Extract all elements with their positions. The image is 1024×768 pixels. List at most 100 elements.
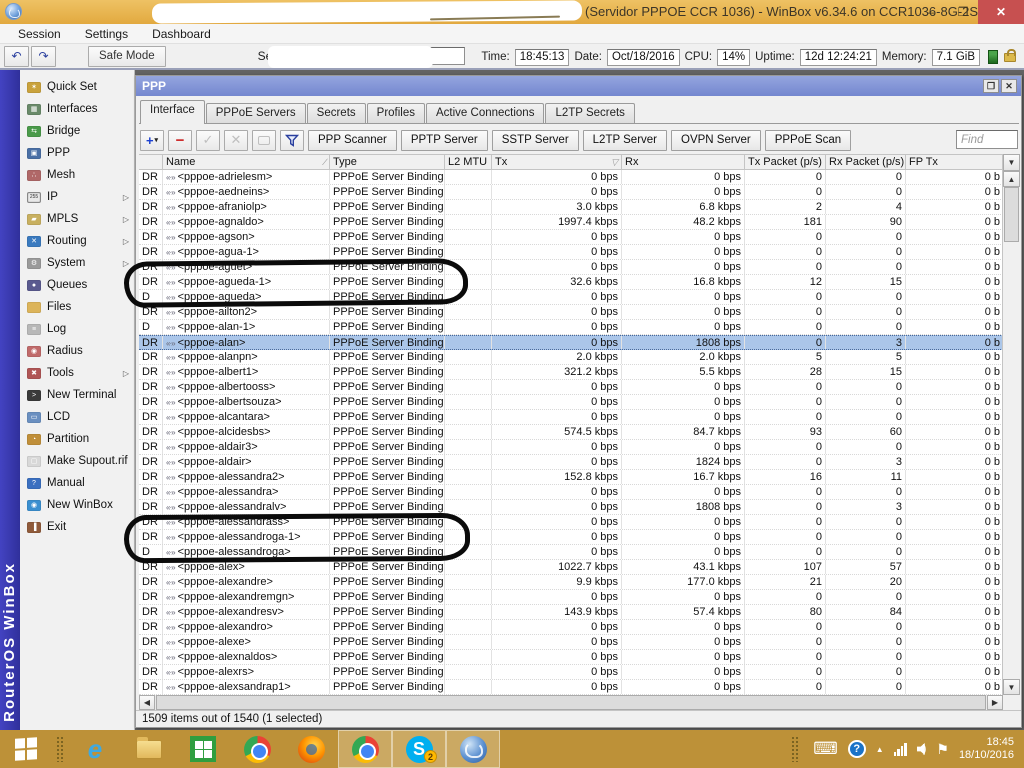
table-row[interactable]: DR «·» <pppoe-alessandralv> PPPoE Server Bi… bbox=[139, 500, 1003, 515]
menu-item-dashboard[interactable]: Dashboard bbox=[142, 25, 221, 43]
sidebar-item-tools[interactable]: ✖ Tools ▷ bbox=[20, 362, 134, 384]
table-row[interactable]: DR «·» <pppoe-albertsouza> PPPoE Server Bin… bbox=[139, 395, 1003, 410]
ppp-window-titlebar[interactable]: PPP ❐ ✕ bbox=[136, 76, 1021, 96]
tray-expand-icon[interactable]: ▲ bbox=[876, 745, 884, 754]
table-row[interactable]: DR «·» <pppoe-aedneins> PPPoE Server Bindin… bbox=[139, 185, 1003, 200]
sidebar-item-lcd[interactable]: ▭ LCD bbox=[20, 406, 134, 428]
tab-l2tp-secrets[interactable]: L2TP Secrets bbox=[545, 103, 635, 124]
table-row[interactable]: DR «·» <pppoe-alexandresv> PPPoE Server Bin… bbox=[139, 605, 1003, 620]
table-row[interactable]: DR «·» <pppoe-albert1> PPPoE Server Binding… bbox=[139, 365, 1003, 380]
ovpn-server-button[interactable]: OVPN Server bbox=[671, 129, 761, 151]
horizontal-scrollbar[interactable]: ◀ ▶ bbox=[139, 695, 1003, 710]
sidebar-item-new-terminal[interactable]: > New Terminal bbox=[20, 384, 134, 406]
ppp-restore-button[interactable]: ❐ bbox=[983, 79, 999, 93]
l2tp-server-button[interactable]: L2TP Server bbox=[582, 129, 668, 151]
table-row[interactable]: DR «·» <pppoe-agson> PPPoE Server Binding 0 … bbox=[139, 230, 1003, 245]
sidebar-item-interfaces[interactable]: ▦ Interfaces bbox=[20, 98, 134, 120]
taskbar-windows-store[interactable] bbox=[176, 730, 230, 768]
table-row[interactable]: DR «·» <pppoe-alessandra> PPPoE Server Bind… bbox=[139, 485, 1003, 500]
add-button[interactable]: + ▾ bbox=[140, 129, 164, 151]
scroll-left-button[interactable]: ◀ bbox=[139, 695, 155, 710]
start-button[interactable] bbox=[0, 730, 52, 768]
table-row[interactable]: DR «·» <pppoe-alex> PPPoE Server Binding 102… bbox=[139, 560, 1003, 575]
table-row[interactable]: D «·» <pppoe-alan-1> PPPoE Server Binding 0 … bbox=[139, 320, 1003, 335]
tab-pppoe-servers[interactable]: PPPoE Servers bbox=[205, 103, 306, 124]
scroll-down-button[interactable]: ▼ bbox=[1003, 679, 1020, 695]
close-button[interactable]: ✕ bbox=[978, 0, 1024, 24]
undo-button[interactable]: ↶ bbox=[4, 45, 29, 67]
table-row[interactable]: DR «·» <pppoe-alanpn> PPPoE Server Binding 2… bbox=[139, 350, 1003, 365]
table-row[interactable]: DR «·» <pppoe-alexrs> PPPoE Server Binding 0… bbox=[139, 665, 1003, 680]
filter-button[interactable] bbox=[280, 129, 304, 151]
sidebar-item-mesh[interactable]: ∴ Mesh bbox=[20, 164, 134, 186]
horizontal-scroll-thumb[interactable] bbox=[156, 695, 986, 710]
restore-button[interactable]: ❐ bbox=[948, 0, 978, 24]
table-row[interactable]: DR «·» <pppoe-alcidesbs> PPPoE Server Bindi… bbox=[139, 425, 1003, 440]
remove-button[interactable]: − bbox=[168, 129, 192, 151]
touch-keyboard-icon[interactable]: ⌨ bbox=[813, 739, 838, 759]
column-header-flags[interactable] bbox=[139, 155, 163, 169]
table-row[interactable]: DR «·» <pppoe-aldair> PPPoE Server Binding 0… bbox=[139, 455, 1003, 470]
pppoe-scan-button[interactable]: PPPoE Scan bbox=[764, 129, 852, 151]
table-row[interactable]: DR «·» <pppoe-alcantara> PPPoE Server Bindi… bbox=[139, 410, 1003, 425]
table-row[interactable]: DR «·» <pppoe-albertooss> PPPoE Server Bind… bbox=[139, 380, 1003, 395]
sidebar-item-log[interactable]: ≡ Log bbox=[20, 318, 134, 340]
sidebar-item-files[interactable]: Files bbox=[20, 296, 134, 318]
ppp-scanner-button[interactable]: PPP Scanner bbox=[308, 129, 397, 151]
sidebar-item-exit[interactable]: ▐ Exit bbox=[20, 516, 134, 538]
taskbar-winbox[interactable] bbox=[446, 730, 500, 768]
help-center-icon[interactable]: ? bbox=[847, 740, 866, 758]
table-row[interactable]: DR «·» <pppoe-alexsandrap1> PPPoE Server Bi… bbox=[139, 680, 1003, 695]
table-row[interactable]: DR «·» <pppoe-alexnaldos> PPPoE Server Bind… bbox=[139, 650, 1003, 665]
table-row[interactable]: DR «·» <pppoe-aldair3> PPPoE Server Binding… bbox=[139, 440, 1003, 455]
taskbar-internet-explorer[interactable]: e bbox=[68, 730, 122, 768]
sidebar-item-queues[interactable]: ● Queues bbox=[20, 274, 134, 296]
vertical-scrollbar[interactable]: ▼ ▲ ▼ bbox=[1002, 154, 1020, 695]
column-header-rx-packet-p-s-[interactable]: Rx Packet (p/s) bbox=[826, 155, 906, 169]
tab-profiles[interactable]: Profiles bbox=[366, 103, 426, 124]
menu-item-session[interactable]: Session bbox=[8, 25, 71, 43]
column-header-fp-tx[interactable]: FP Tx bbox=[906, 155, 1003, 169]
network-signal-icon[interactable] bbox=[893, 742, 907, 756]
sidebar-item-new-winbox[interactable]: ◉ New WinBox bbox=[20, 494, 134, 516]
find-input[interactable] bbox=[956, 130, 1018, 149]
sidebar-item-partition[interactable]: ◔ Partition bbox=[20, 428, 134, 450]
vertical-scroll-thumb[interactable] bbox=[1004, 187, 1019, 242]
volume-icon[interactable]: ) bbox=[916, 743, 926, 756]
pptp-server-button[interactable]: PPTP Server bbox=[400, 129, 488, 151]
tab-interface[interactable]: Interface bbox=[140, 100, 205, 124]
taskbar-chrome[interactable] bbox=[230, 730, 284, 768]
redo-button[interactable]: ↷ bbox=[31, 45, 56, 67]
taskbar-chrome-active[interactable] bbox=[338, 730, 392, 768]
enable-button[interactable]: ✓ bbox=[196, 129, 220, 151]
sidebar-item-routing[interactable]: ✕ Routing ▷ bbox=[20, 230, 134, 252]
sidebar-item-ip[interactable]: 255 IP ▷ bbox=[20, 186, 134, 208]
table-row[interactable]: DR «·» <pppoe-alexandre> PPPoE Server Bindi… bbox=[139, 575, 1003, 590]
taskbar-file-explorer[interactable] bbox=[122, 730, 176, 768]
sstp-server-button[interactable]: SSTP Server bbox=[491, 129, 579, 151]
sidebar-item-quick-set[interactable]: ✶ Quick Set bbox=[20, 76, 134, 98]
column-header-tx[interactable]: Tx ▽ bbox=[492, 155, 622, 169]
table-row[interactable]: DR «·» <pppoe-alan> PPPoE Server Binding 0 b… bbox=[139, 335, 1003, 350]
sidebar-item-bridge[interactable]: ⇆ Bridge bbox=[20, 120, 134, 142]
table-row[interactable]: DR «·» <pppoe-afraniolp> PPPoE Server Bindi… bbox=[139, 200, 1003, 215]
column-header-rx[interactable]: Rx bbox=[622, 155, 745, 169]
tab-active-connections[interactable]: Active Connections bbox=[426, 103, 545, 124]
column-menu-button[interactable]: ▼ bbox=[1003, 154, 1020, 171]
scroll-right-button[interactable]: ▶ bbox=[987, 695, 1003, 710]
table-row[interactable]: DR «·» <pppoe-adrielesm> PPPoE Server Bindi… bbox=[139, 170, 1003, 185]
taskbar-clock[interactable]: 18:45 18/10/2016 bbox=[959, 736, 1014, 762]
table-row[interactable]: DR «·» <pppoe-alexandremgn> PPPoE Server Bi… bbox=[139, 590, 1003, 605]
sidebar-item-ppp[interactable]: ▣ PPP bbox=[20, 142, 134, 164]
table-row[interactable]: DR «·» <pppoe-alexandro> PPPoE Server Bindi… bbox=[139, 620, 1003, 635]
scroll-up-button[interactable]: ▲ bbox=[1003, 171, 1020, 187]
table-row[interactable]: DR «·» <pppoe-alexe> PPPoE Server Binding 0 … bbox=[139, 635, 1003, 650]
column-header-tx-packet-p-s-[interactable]: Tx Packet (p/s) bbox=[745, 155, 826, 169]
sidebar-item-mpls[interactable]: ▰ MPLS ▷ bbox=[20, 208, 134, 230]
table-row[interactable]: DR «·» <pppoe-agnaldo> PPPoE Server Binding… bbox=[139, 215, 1003, 230]
ppp-close-button[interactable]: ✕ bbox=[1001, 79, 1017, 93]
table-row[interactable]: DR «·» <pppoe-ailton2> PPPoE Server Binding… bbox=[139, 305, 1003, 320]
sidebar-item-radius[interactable]: ◉ Radius bbox=[20, 340, 134, 362]
column-header-type[interactable]: Type bbox=[330, 155, 445, 169]
comment-button[interactable] bbox=[252, 129, 276, 151]
